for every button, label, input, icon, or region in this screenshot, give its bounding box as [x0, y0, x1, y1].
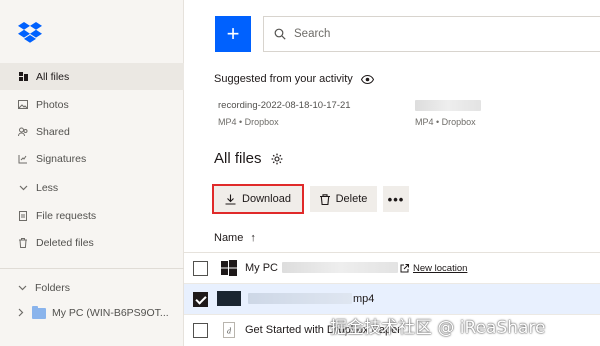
sidebar-item-label: Signatures [36, 152, 87, 165]
blurred-filename [248, 293, 352, 304]
row-checkbox[interactable] [193, 322, 208, 338]
download-icon [225, 194, 236, 205]
dropbox-app: All files Photos Shared Signatures Less [0, 0, 600, 346]
download-label: Download [242, 193, 291, 205]
table-row[interactable]: My PC New location [184, 253, 600, 283]
page-title: All files [214, 150, 283, 167]
delete-button[interactable]: Delete [310, 186, 377, 212]
chevron-down-icon [18, 183, 28, 193]
paper-icon: d [223, 322, 235, 338]
suggested-item-meta: MP4 • Dropbox [218, 117, 279, 127]
search-bar[interactable] [263, 16, 600, 52]
folders-label: Folders [35, 282, 71, 294]
blurred-filename [282, 262, 398, 273]
folder-item-label: My PC (WIN-B6PS9OT... [52, 307, 169, 319]
files-icon [18, 72, 28, 82]
sidebar-item-label: Shared [36, 125, 70, 138]
row-checkbox[interactable] [193, 291, 208, 307]
sidebar-item-less[interactable]: Less [0, 174, 184, 201]
suggested-item-name[interactable]: recording-2022-08-18-10-17-21 [218, 100, 351, 111]
name-column-header[interactable]: Name ↑ [214, 232, 256, 244]
new-location-label: New location [413, 262, 468, 274]
eye-icon[interactable] [360, 74, 374, 84]
sidebar: All files Photos Shared Signatures Less [0, 0, 184, 346]
gear-icon[interactable] [271, 153, 283, 165]
download-button[interactable]: Download [212, 184, 304, 214]
sort-ascending-icon: ↑ [250, 232, 256, 244]
watermark: 掘金技术社区 @ iReaShare [330, 318, 546, 338]
file-name[interactable]: mp4 [353, 293, 374, 305]
all-files-title: All files [214, 150, 262, 167]
file-request-icon [18, 210, 28, 221]
video-thumbnail-icon [217, 291, 241, 306]
sidebar-item-label: Photos [36, 98, 69, 111]
folders-section-toggle[interactable]: Folders [18, 282, 70, 294]
new-location-link[interactable]: New location [400, 263, 467, 274]
external-link-icon [400, 263, 409, 272]
dropbox-logo-icon[interactable] [18, 22, 42, 44]
sidebar-item-label: File requests [36, 209, 97, 222]
photos-icon [18, 100, 28, 110]
windows-icon [221, 260, 237, 276]
sidebar-item-signatures[interactable]: Signatures [0, 145, 184, 172]
delete-label: Delete [335, 193, 368, 205]
blurred-filename [415, 100, 481, 111]
sidebar-item-label: Deleted files [36, 236, 94, 249]
sidebar-item-deleted-files[interactable]: Deleted files [0, 229, 184, 256]
chevron-right-icon[interactable] [18, 308, 24, 319]
trash-icon [18, 237, 28, 248]
create-new-button[interactable]: + [215, 16, 251, 52]
sidebar-divider [0, 268, 184, 269]
suggested-title: Suggested from your activity [214, 73, 353, 85]
folder-icon [32, 305, 46, 319]
main-content: + Suggested from your activity recording… [184, 0, 600, 346]
more-options-button[interactable]: ••• [383, 186, 409, 212]
sidebar-item-label: All files [36, 70, 70, 83]
trash-icon [319, 193, 330, 205]
search-input[interactable] [294, 28, 574, 40]
folder-item-my-pc[interactable]: My PC (WIN-B6PS9OT... [18, 305, 169, 319]
row-checkbox[interactable] [193, 260, 208, 276]
sidebar-item-shared[interactable]: Shared [0, 118, 184, 145]
sidebar-item-all-files[interactable]: All files [0, 63, 184, 90]
chevron-down-icon [18, 283, 27, 293]
search-icon [274, 28, 286, 40]
name-header-label: Name [214, 232, 244, 244]
sidebar-item-file-requests[interactable]: File requests [0, 202, 184, 229]
shared-icon [18, 127, 28, 137]
sidebar-item-label: Less [36, 181, 59, 194]
file-name[interactable]: My PC [245, 262, 278, 274]
signature-icon [18, 154, 28, 164]
sidebar-item-photos[interactable]: Photos [0, 91, 184, 118]
table-row[interactable]: mp4 [184, 284, 600, 314]
suggested-heading: Suggested from your activity [214, 73, 374, 85]
suggested-item-meta: MP4 • Dropbox [415, 117, 476, 127]
